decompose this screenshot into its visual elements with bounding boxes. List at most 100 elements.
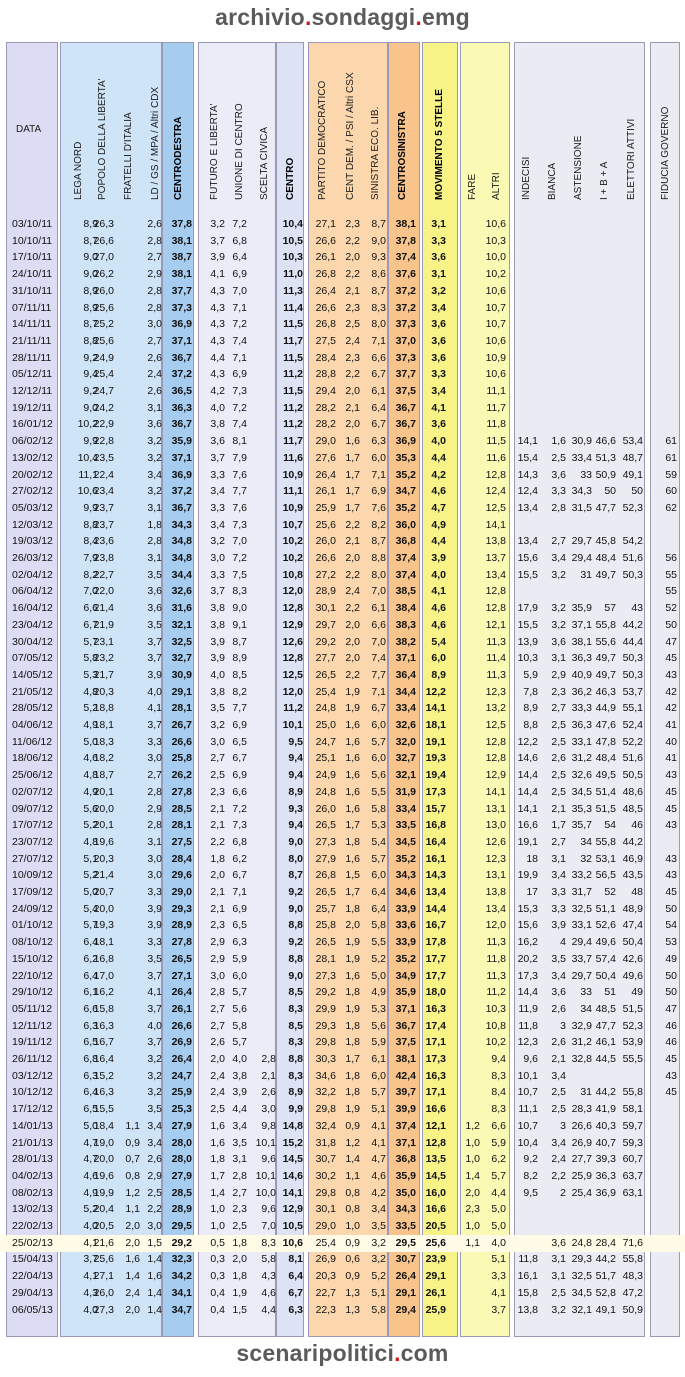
cell-ele: 48,9 bbox=[622, 902, 643, 915]
cell-ibA: 39,3 bbox=[595, 1153, 616, 1166]
cell-cdx: 37,1 bbox=[171, 334, 192, 347]
cell-cdx: 34,8 bbox=[171, 535, 192, 548]
cell-csx: 34,4 bbox=[395, 685, 416, 698]
cell-ibA: 47,8 bbox=[595, 735, 616, 748]
cell-ind: 8,2 bbox=[523, 1169, 538, 1182]
cell-udc: 7,1 bbox=[232, 886, 247, 898]
table-row: 13/02/12 10,4 23,5 3,2 37,1 3,7 7,9 11,6 27,6 1,7… bbox=[0, 450, 685, 467]
cell-udc: 1,5 bbox=[232, 1303, 247, 1316]
cell-ld: 2,6 bbox=[147, 351, 162, 364]
cell-cdx: 27,9 bbox=[171, 1169, 192, 1182]
cell-pdl: 19,0 bbox=[93, 1136, 114, 1149]
cell-pd: 29,0 bbox=[315, 435, 336, 448]
cell-cdx: 26,5 bbox=[171, 952, 192, 965]
cell-csx: 35,9 bbox=[395, 1169, 416, 1182]
cell-altri: 5,7 bbox=[491, 1169, 506, 1182]
cell-cen: 8,8 bbox=[288, 952, 303, 965]
cell-fli: 3,6 bbox=[210, 435, 225, 448]
cell-cen: 8,5 bbox=[288, 986, 303, 999]
cell-ast: 32,8 bbox=[571, 1053, 592, 1065]
cell-cen: 10,4 bbox=[282, 218, 303, 230]
cell-udc: 7,3 bbox=[232, 385, 247, 397]
cell-csx: 35,9 bbox=[395, 986, 416, 999]
cell-ld: 3,6 bbox=[147, 418, 162, 431]
cell-date: 14/11/11 bbox=[12, 318, 52, 331]
cell-altri: 12,9 bbox=[485, 769, 506, 782]
cell-pdl: 20,5 bbox=[93, 1220, 114, 1232]
cell-udc: 2,3 bbox=[232, 1203, 247, 1216]
cell-date: 14/05/12 bbox=[12, 668, 53, 681]
cell-cen: 11,7 bbox=[283, 334, 303, 347]
cell-cdx: 32,5 bbox=[171, 635, 192, 648]
cell-cen: 10,1 bbox=[282, 719, 303, 731]
cell-cen: 12,5 bbox=[282, 668, 303, 681]
cell-pd: 25,0 bbox=[315, 719, 336, 731]
cell-date: 21/11/11 bbox=[12, 334, 52, 347]
cell-cen: 11,2 bbox=[283, 401, 303, 414]
cell-ld: 1,4 bbox=[147, 1303, 162, 1316]
cell-fli: 3,9 bbox=[210, 652, 225, 665]
cell-sc: 10,1 bbox=[255, 1169, 276, 1182]
table-row: 18/06/12 4,6 18,2 3,0 25,8 2,7 6,7 9,4 25,1 1,6 6,… bbox=[0, 750, 685, 767]
cell-date: 15/10/12 bbox=[12, 952, 53, 965]
cell-csx: 34,3 bbox=[395, 869, 416, 882]
cell-fli: 0,3 bbox=[210, 1270, 225, 1283]
cell-fid: 53 bbox=[665, 936, 677, 949]
table-row: 30/04/12 5,7 23,1 3,7 32,5 3,9 8,7 12,6 29,2 2,0 7… bbox=[0, 634, 685, 651]
cell-cdx: 26,6 bbox=[171, 1019, 192, 1032]
cell-csx: 33,6 bbox=[395, 919, 416, 932]
cell-altri: 12,8 bbox=[485, 468, 506, 481]
cell-cdx: 26,4 bbox=[171, 1053, 192, 1065]
cell-ld: 3,5 bbox=[147, 1103, 162, 1116]
cell-cdx: 29,5 bbox=[171, 1220, 192, 1232]
cell-date: 10/09/12 bbox=[12, 869, 53, 882]
cell-ind: 13,8 bbox=[517, 1303, 538, 1316]
cell-cd: 1,6 bbox=[345, 719, 360, 731]
cell-cen: 9,5 bbox=[288, 735, 303, 748]
cell-sel: 6,1 bbox=[371, 602, 386, 615]
cell-ld: 3,7 bbox=[147, 1002, 162, 1015]
cell-fli: 3,2 bbox=[210, 218, 225, 230]
cell-bia: 3,2 bbox=[551, 1303, 566, 1316]
header-cdx: CENTRODESTRA bbox=[173, 116, 184, 200]
cell-cen: 10,6 bbox=[282, 1236, 303, 1249]
cell-pd: 27,3 bbox=[315, 969, 336, 982]
cell-m5s: 17,1 bbox=[425, 1086, 446, 1099]
cell-pd: 34,6 bbox=[315, 1069, 336, 1082]
cell-cd: 1,6 bbox=[345, 852, 360, 865]
cell-altri: 10,6 bbox=[485, 284, 506, 297]
cell-cdx: 27,8 bbox=[171, 785, 192, 798]
cell-date: 02/04/12 bbox=[12, 568, 53, 581]
cell-fli: 3,5 bbox=[210, 702, 225, 715]
cell-date: 06/02/12 bbox=[12, 435, 53, 448]
cell-fid: 47 bbox=[665, 1002, 677, 1015]
cell-ld: 2,8 bbox=[147, 234, 162, 247]
cell-date: 22/02/13 bbox=[12, 1220, 53, 1232]
cell-csx: 32,0 bbox=[395, 735, 416, 748]
cell-cd: 1,6 bbox=[345, 435, 360, 448]
cell-fid: 62 bbox=[665, 501, 677, 514]
cell-cen: 10,7 bbox=[282, 518, 303, 531]
cell-date: 19/03/12 bbox=[12, 535, 53, 548]
cell-ld: 3,0 bbox=[147, 852, 162, 865]
cell-udc: 2,0 bbox=[232, 1253, 247, 1266]
cell-ast: 33,3 bbox=[571, 702, 592, 715]
cell-cd: 1,6 bbox=[345, 752, 360, 765]
cell-pd: 25,4 bbox=[315, 685, 336, 698]
cell-cen: 10,2 bbox=[282, 552, 303, 564]
cell-ibA: 36,9 bbox=[595, 1186, 616, 1199]
cell-cd: 0,6 bbox=[345, 1253, 360, 1266]
cell-bia: 2 bbox=[560, 1186, 566, 1199]
cell-cdx: 28,9 bbox=[171, 919, 192, 932]
cell-ibA: 48,4 bbox=[595, 752, 616, 765]
cell-cen: 9,3 bbox=[288, 802, 303, 815]
cell-cdx: 32,7 bbox=[171, 652, 192, 665]
cell-ele: 46,9 bbox=[622, 852, 643, 865]
cell-altri: 11,3 bbox=[486, 635, 506, 648]
cell-csx: 36,8 bbox=[395, 1153, 416, 1166]
cell-fli: 1,0 bbox=[210, 1220, 225, 1232]
cell-cd: 1,8 bbox=[345, 1036, 360, 1049]
cell-altri: 4,0 bbox=[491, 1236, 506, 1249]
cell-bia: 1,7 bbox=[551, 819, 566, 832]
table-row: 04/02/13 4,6 19,6 0,8 2,9 27,9 1,7 2,8 10,1 14,6 3… bbox=[0, 1168, 685, 1185]
